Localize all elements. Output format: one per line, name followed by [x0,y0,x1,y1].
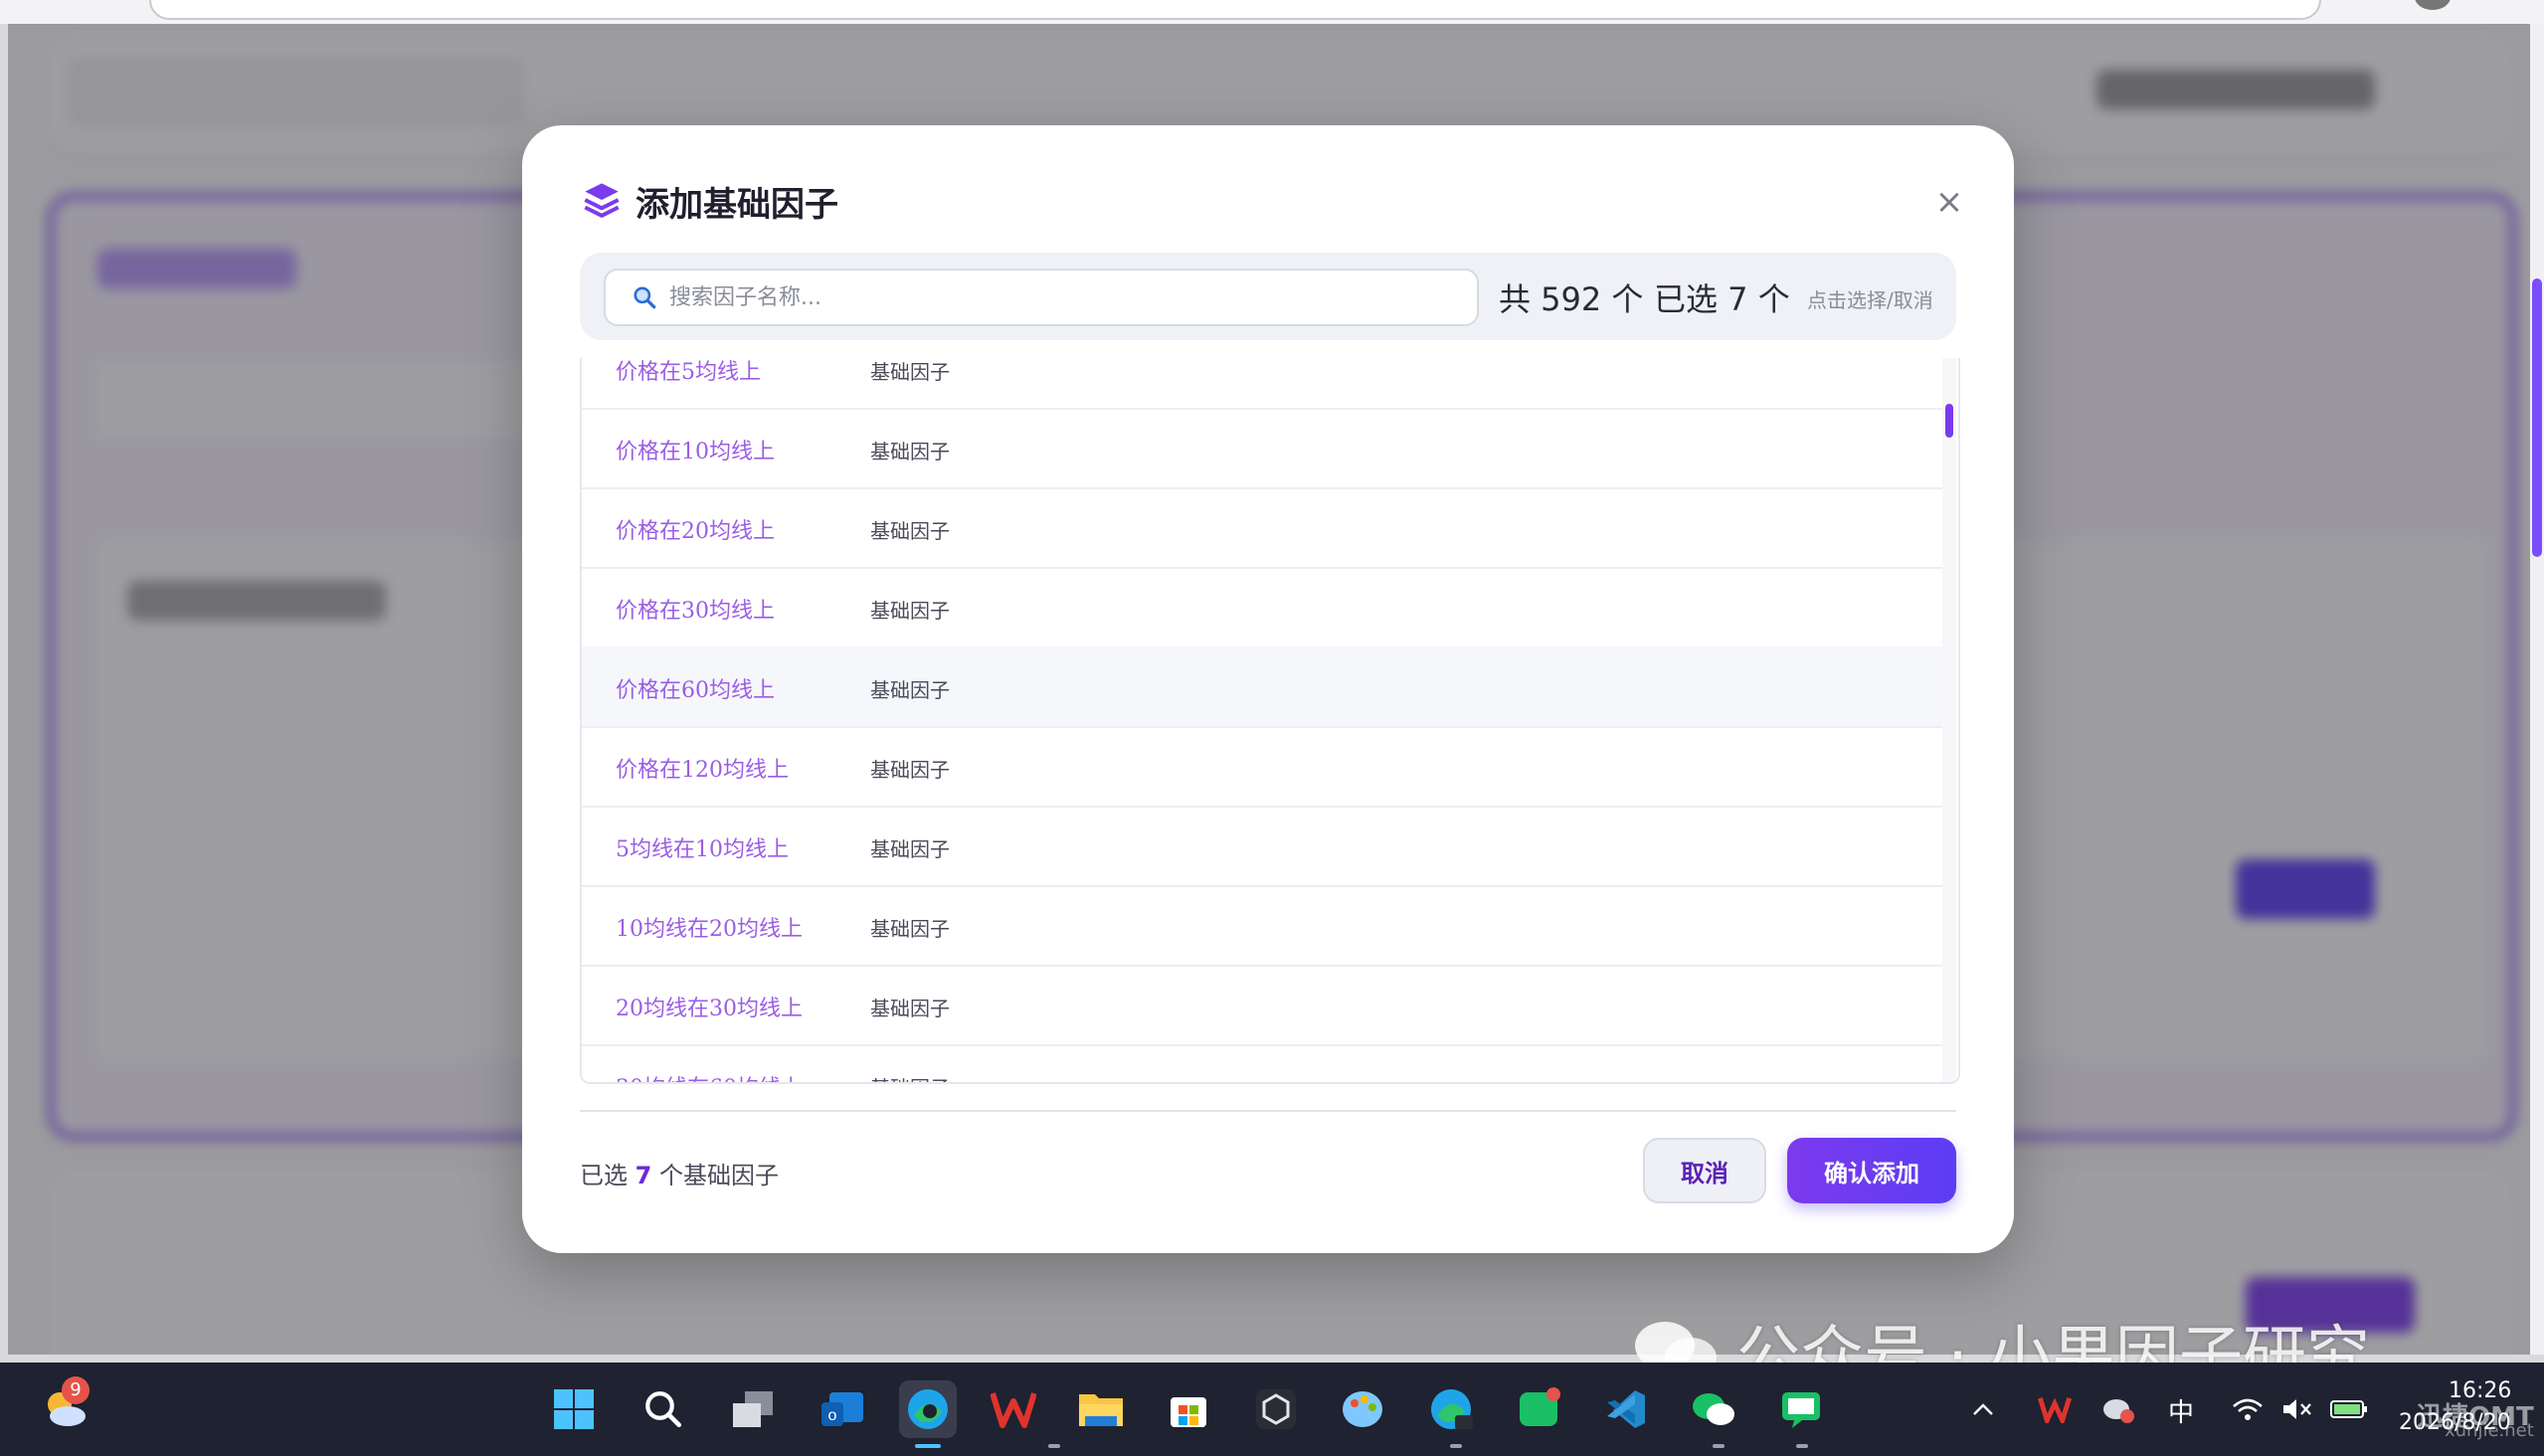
close-button[interactable]: × [1924,177,1974,227]
svg-text:o: o [828,1407,837,1424]
factor-type: 基础因子 [870,519,950,543]
factor-name: 价格在10均线上 [616,440,775,464]
paint-icon[interactable] [1335,1380,1392,1438]
factor-name: 价格在120均线上 [616,758,789,783]
browser-top-bar [0,0,2544,24]
factor-type: 基础因子 [870,758,950,782]
factor-row[interactable]: 价格在5均线上 基础因子 [582,358,1942,410]
total-count: 共 592 个 [1499,280,1644,318]
wps-tray-icon[interactable] [2035,1380,2075,1438]
wechat-indicator [1713,1444,1725,1448]
vscode-icon[interactable] [1597,1380,1655,1438]
factor-type: 基础因子 [870,1072,950,1082]
footer-suffix: 个基础因子 [658,1162,779,1189]
factor-row[interactable]: 20均线在30均线上 基础因子 [582,965,1942,1046]
footer-divider [580,1110,1956,1112]
factor-type: 基础因子 [870,678,950,702]
search-toolbar: 共 592 个 已选 7 个 点击选择/取消 [580,253,1956,340]
start-icon[interactable] [545,1380,603,1438]
factor-type: 基础因子 [870,917,950,941]
confirm-add-button[interactable]: 确认添加 [1787,1138,1956,1203]
weather-badge: 9 [62,1376,90,1404]
outlook-icon[interactable]: o [814,1380,871,1438]
chat-app-icon[interactable] [1772,1380,1830,1438]
wifi-icon[interactable] [2228,1380,2268,1438]
search-icon [632,284,657,310]
factor-row[interactable]: 价格在20均线上 基础因子 [582,487,1942,569]
wps-indicator [1048,1444,1060,1448]
list-scrollbar-thumb[interactable] [1945,404,1953,438]
site-url-watermark: xunjie.net [2445,1420,2534,1441]
edge-browser-icon[interactable] [899,1380,957,1438]
selection-hint: 点击选择/取消 [1807,288,1933,312]
factor-type: 基础因子 [870,837,950,861]
task-view-icon[interactable] [724,1380,782,1438]
volume-muted-icon[interactable] [2277,1380,2317,1438]
sync-status-icon[interactable] [2098,1380,2138,1438]
edge-ai-indicator [1450,1444,1462,1448]
layers-icon [582,180,622,224]
wechat-work-icon[interactable] [1510,1380,1567,1438]
browser-profile-avatar[interactable] [2415,0,2451,10]
factor-type: 基础因子 [870,997,950,1020]
chevron-up-icon[interactable] [1965,1380,2001,1438]
search-input[interactable] [667,283,1447,311]
factor-name: 价格在60均线上 [616,678,775,703]
chat-app-indicator [1796,1444,1808,1448]
factor-name: 价格在5均线上 [616,360,761,385]
footer-prefix: 已选 [580,1162,628,1189]
footer-count: 7 [635,1162,652,1189]
factor-row[interactable]: 5均线在10均线上 基础因子 [582,806,1942,887]
page-scrollbar[interactable] [2530,24,2544,1355]
factor-row[interactable]: 价格在30均线上 基础因子 [582,567,1942,648]
factor-name: 价格在30均线上 [616,599,775,624]
wps-icon[interactable] [985,1380,1042,1438]
factor-row[interactable]: 10均线在20均线上 基础因子 [582,885,1942,967]
search-taskbar-icon[interactable] [635,1380,692,1438]
factor-name: 价格在20均线上 [616,519,775,544]
edge-active-indicator [915,1444,941,1448]
factor-list[interactable]: 价格在5均线上 基础因子 价格在10均线上 基础因子 价格在20均线上 基础因子 价格在30… [582,358,1942,1082]
page-scrollbar-thumb[interactable] [2532,278,2542,557]
footer-selected-summary: 已选 7 个基础因子 [580,1156,779,1190]
address-bar[interactable] [149,0,2321,20]
add-factor-modal: 添加基础因子 × 共 592 个 已选 7 个 点击选择/取消 价格在5均线上基… [522,125,2014,1253]
list-scrollbar[interactable] [1942,358,1956,1082]
battery-icon[interactable] [2327,1380,2371,1438]
factor-name: 30均线在60均线上 [616,1070,803,1082]
factor-row[interactable]: 30均线在60均线上 基础因子 [582,1044,1942,1082]
taskbar: 9 o 中 16:26 2026/8/20 迅捷OMT xunjie.net [0,1363,2544,1456]
edge-ai-icon[interactable] [1422,1380,1480,1438]
search-box[interactable] [604,269,1479,326]
factor-name: 5均线在10均线上 [616,837,789,862]
selected-count: 已选 7 个 [1654,280,1790,318]
factor-row[interactable]: 价格在10均线上 基础因子 [582,408,1942,489]
wechat-icon[interactable] [1685,1380,1742,1438]
modal-title: 添加基础因子 [636,185,838,225]
factor-row[interactable]: 价格在120均线上 基础因子 [582,726,1942,808]
microsoft-store-icon[interactable] [1160,1380,1217,1438]
ime-indicator[interactable]: 中 [2168,1392,2194,1429]
factor-type: 基础因子 [870,360,950,384]
unity-hub-icon[interactable] [1247,1380,1305,1438]
factor-type: 基础因子 [870,440,950,463]
modal-header: 添加基础因子 [582,177,838,226]
file-explorer-icon[interactable] [1072,1380,1130,1438]
factor-row[interactable]: 价格在60均线上 基础因子 [582,646,1942,728]
factor-name: 10均线在20均线上 [616,917,803,942]
factor-list-container: 价格在5均线上 基础因子 价格在10均线上 基础因子 价格在20均线上 基础因子 价格在30… [580,358,1960,1084]
cancel-button[interactable]: 取消 [1643,1138,1766,1203]
factor-name: 20均线在30均线上 [616,997,803,1021]
factor-type: 基础因子 [870,599,950,623]
